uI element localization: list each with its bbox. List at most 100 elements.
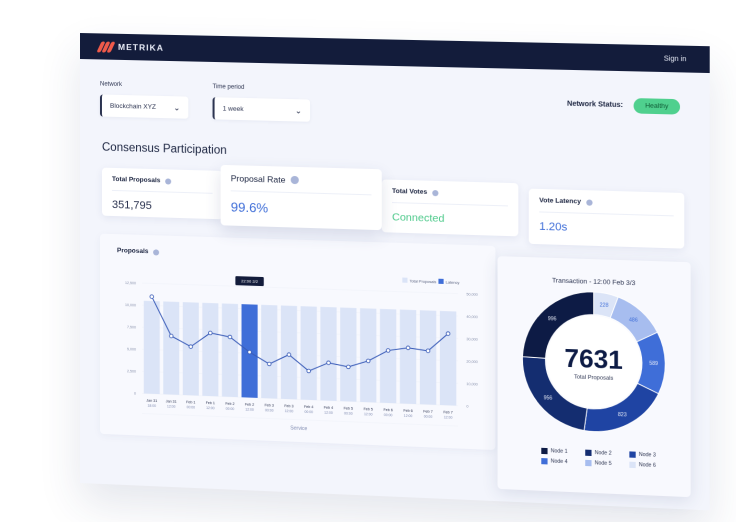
legend-label: Latency xyxy=(446,280,460,285)
y-left-tick-label: 10,000 xyxy=(125,303,136,307)
x-tick-sublabel: 18:00 xyxy=(148,404,157,408)
info-icon[interactable] xyxy=(432,189,439,196)
legend-label: Node 5 xyxy=(594,460,612,468)
network-status: Network Status: Healthy xyxy=(567,96,681,115)
kpi-label: Vote Latency xyxy=(539,197,582,206)
x-tick-sublabel: 12:00 xyxy=(404,414,413,418)
kpi-header: Total Votes xyxy=(392,187,508,207)
x-tick-sublabel: 12:00 xyxy=(285,409,294,413)
sign-in-link[interactable]: Sign in xyxy=(664,55,687,63)
kpi-value: 1.20s xyxy=(539,220,568,234)
y-right-tick-label: 30,000 xyxy=(466,337,477,341)
dashboard-window: METRIKA Sign in Network Blockchain XYZ ⌄… xyxy=(80,33,710,511)
y-right-tick-label: 40,000 xyxy=(466,315,477,319)
info-icon[interactable] xyxy=(165,177,172,185)
network-filter-label: Network xyxy=(99,81,123,88)
kpi-label: Total Proposals xyxy=(111,175,161,185)
x-tick-label: Jan 31 xyxy=(166,399,177,403)
y-left-tick-label: 5,000 xyxy=(127,347,136,351)
status-badge: Healthy xyxy=(633,98,681,115)
kpi-proposal-rate: Proposal Rate 99.6% xyxy=(220,164,382,231)
bar xyxy=(300,306,317,401)
latency-point xyxy=(287,353,291,357)
latency-point xyxy=(248,350,252,354)
bar xyxy=(163,301,180,395)
x-tick-sublabel: 12:00 xyxy=(364,412,373,416)
x-tick-label: Feb 3 xyxy=(284,404,293,408)
y-left-tick-label: 7,500 xyxy=(127,325,136,329)
latency-point xyxy=(327,361,331,365)
donut-slice-label: 996 xyxy=(548,316,557,322)
x-tick-label: Feb 1 xyxy=(206,401,215,405)
x-tick-sublabel: 00:00 xyxy=(226,407,235,411)
x-tick-sublabel: 00:00 xyxy=(344,411,353,415)
x-tick-label: Feb 6 xyxy=(383,408,392,412)
y-left-tick-label: 2,500 xyxy=(127,369,136,373)
chevron-down-icon: ⌄ xyxy=(295,105,302,116)
latency-point xyxy=(366,359,370,363)
bar xyxy=(143,300,160,395)
latency-point xyxy=(406,346,410,350)
info-icon[interactable] xyxy=(586,198,593,206)
x-tick-label: Feb 6 xyxy=(403,409,412,413)
x-tick-sublabel: 12:00 xyxy=(206,406,215,410)
legend-swatch xyxy=(629,461,636,469)
x-tick-sublabel: 12:00 xyxy=(324,411,333,415)
kpi-header: Proposal Rate xyxy=(230,173,372,196)
kpi-value: 99.6% xyxy=(230,199,269,216)
bar xyxy=(182,302,199,396)
x-tick-label: Feb 4 xyxy=(324,406,333,410)
brand-logo[interactable]: METRIKA xyxy=(96,41,164,53)
legend-item: Node 3 xyxy=(629,451,669,459)
donut-slice-label: 486 xyxy=(629,317,638,323)
legend-swatch xyxy=(585,459,592,467)
latency-point xyxy=(189,345,193,349)
donut-slice-label: 823 xyxy=(618,412,627,419)
network-select[interactable]: Blockchain XYZ ⌄ xyxy=(99,94,189,119)
kpi-total-votes: Total Votes Connected xyxy=(381,179,519,237)
filter-bar: Network Blockchain XYZ ⌄ Time period 1 w… xyxy=(99,81,311,122)
latency-point xyxy=(169,334,173,338)
latency-point xyxy=(307,369,311,373)
transaction-donut-card: Transaction - 12:00 Feb 3/3 228 486 589 823… xyxy=(497,256,691,498)
chart-tooltip-text: 22:00 2/2 xyxy=(241,278,259,284)
stage: METRIKA Sign in Network Blockchain XYZ ⌄… xyxy=(0,0,736,522)
legend-label: Node 4 xyxy=(550,458,568,466)
legend-label: Node 3 xyxy=(638,451,656,459)
bar xyxy=(360,308,377,403)
donut-slice-label: 228 xyxy=(600,302,609,308)
bar xyxy=(320,306,337,401)
x-tick-sublabel: 00:00 xyxy=(265,408,274,412)
kpi-value: Connected xyxy=(392,211,445,225)
metrika-logo-icon xyxy=(96,41,116,53)
y-right-tick-label: 0 xyxy=(466,404,468,408)
x-tick-sublabel: 00:00 xyxy=(424,415,433,419)
kpi-vote-latency: Vote Latency 1.20s xyxy=(528,188,685,249)
legend-swatch xyxy=(629,451,636,458)
x-tick-label: Feb 4 xyxy=(304,405,313,409)
time-period-select[interactable]: 1 week ⌄ xyxy=(212,97,311,122)
brand-name: METRIKA xyxy=(117,41,164,53)
x-tick-label: Feb 5 xyxy=(364,407,373,411)
proposals-chart: 12,500 10,000 7,500 5,000 2,500 0 50,000 40,000… xyxy=(125,276,478,432)
kpi-header: Vote Latency xyxy=(539,197,674,217)
bar xyxy=(340,307,357,402)
x-tick-sublabel: 12:00 xyxy=(444,415,453,419)
x-tick-label: Feb 3 xyxy=(265,403,274,407)
legend-label: Total Proposals xyxy=(410,279,437,284)
info-icon[interactable] xyxy=(290,175,299,185)
latency-point xyxy=(209,331,213,335)
legend-swatch xyxy=(541,458,548,465)
legend-swatch-total-proposals xyxy=(402,277,408,283)
network-filter: Network Blockchain XYZ ⌄ xyxy=(99,81,189,119)
latency-point xyxy=(346,365,350,369)
network-status-label: Network Status: xyxy=(567,100,624,110)
transaction-donut-chart: 2284865898239569967631Total Proposals xyxy=(498,283,691,475)
info-icon[interactable] xyxy=(153,248,160,256)
time-period-value: 1 week xyxy=(222,104,244,113)
x-tick-sublabel: 12:00 xyxy=(245,408,254,412)
bar xyxy=(261,304,278,399)
chart-title-text: Proposals xyxy=(116,247,149,256)
bar xyxy=(419,310,437,405)
latency-point xyxy=(386,349,390,353)
